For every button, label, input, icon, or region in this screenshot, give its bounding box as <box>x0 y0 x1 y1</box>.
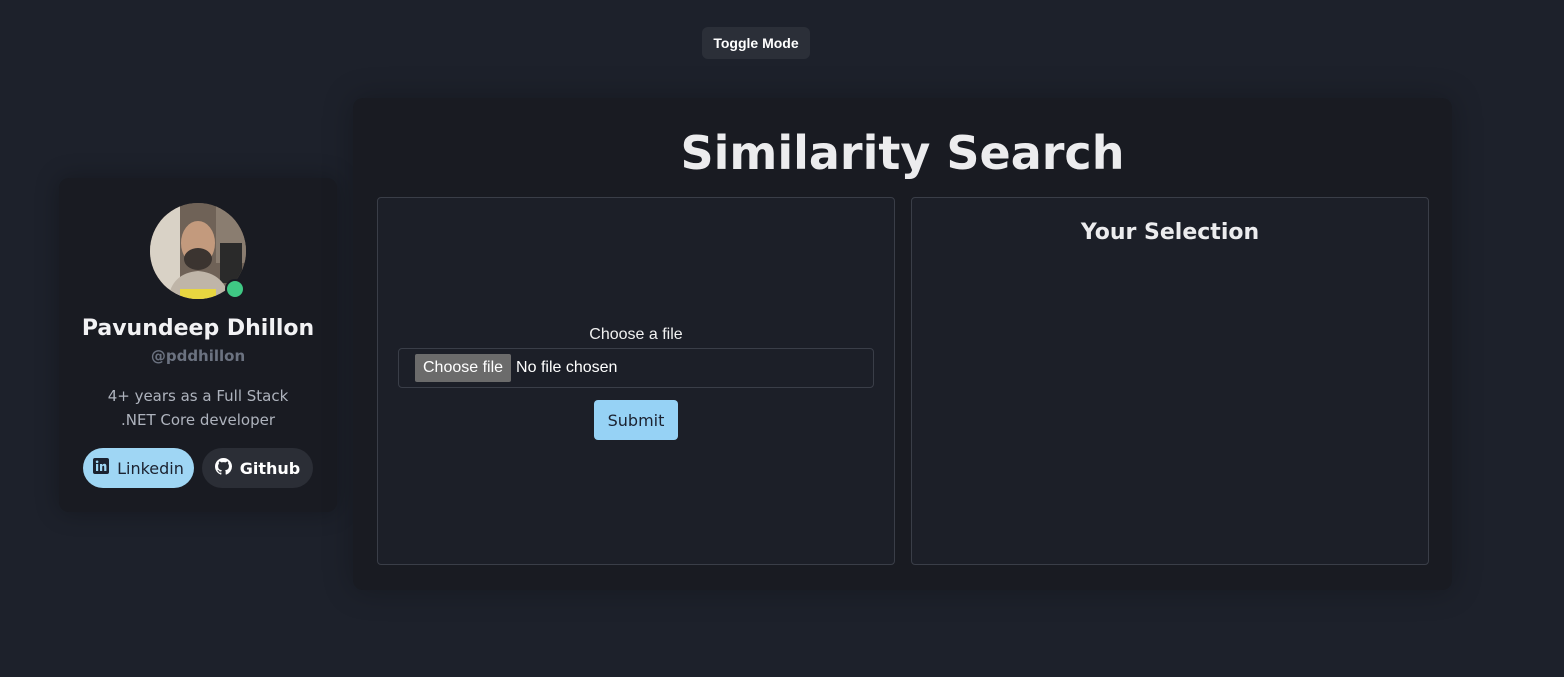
selection-title: Your Selection <box>1080 220 1260 245</box>
avatar-container <box>150 203 246 299</box>
github-button[interactable]: Github <box>202 448 313 488</box>
page-title: Similarity Search <box>680 126 1125 180</box>
file-input-label: Choose a file <box>589 326 683 343</box>
linkedin-button[interactable]: Linkedin <box>83 448 194 488</box>
profile-handle: @pddhillon <box>150 347 246 365</box>
profile-name: Pavundeep Dhillon <box>81 316 315 341</box>
similarity-search-card: Similarity Search Choose a file Choose f… <box>353 98 1452 590</box>
online-status-dot <box>225 279 245 299</box>
profile-bio: 4+ years as a Full Stack .NET Core devel… <box>107 387 289 429</box>
github-label: Github <box>239 458 301 478</box>
linkedin-label: Linkedin <box>117 458 184 478</box>
submit-button[interactable]: Submit <box>594 400 678 440</box>
choose-file-button[interactable]: Choose file <box>415 354 512 382</box>
github-icon <box>214 457 232 479</box>
toggle-mode-label: Toggle Mode <box>713 35 799 51</box>
file-status-text: No file chosen <box>516 359 618 376</box>
linkedin-icon <box>93 458 110 478</box>
selection-panel: Your Selection <box>911 197 1429 565</box>
upload-panel: Choose a file Choose file No file chosen… <box>377 197 895 565</box>
file-input[interactable]: Choose file No file chosen <box>398 348 874 388</box>
submit-label: Submit <box>607 410 665 430</box>
profile-card: Pavundeep Dhillon @pddhillon 4+ years as… <box>59 178 337 512</box>
toggle-mode-button[interactable]: Toggle Mode <box>702 27 810 59</box>
